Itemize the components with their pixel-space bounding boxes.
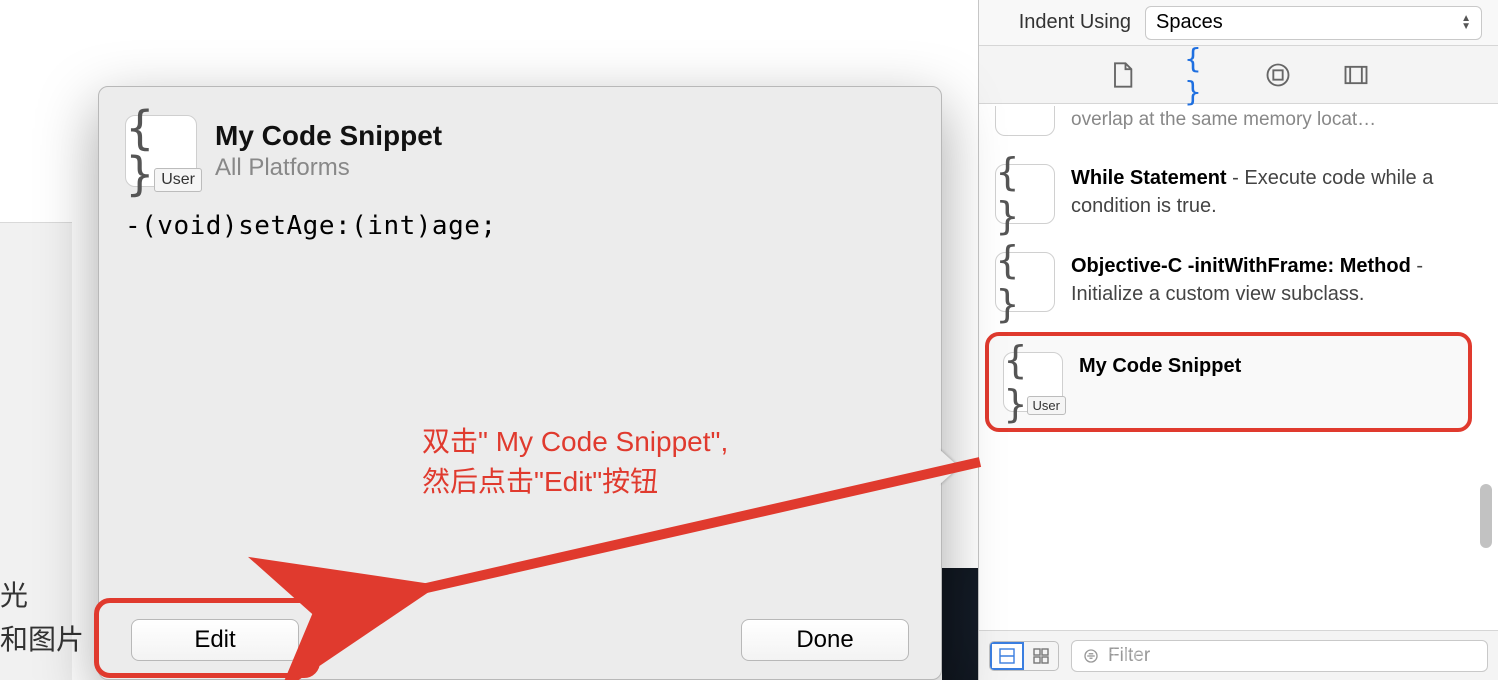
item-desc: overlap at the same memory locat… [1071, 109, 1376, 130]
list-item[interactable]: { } Objective-C -initWithFrame: Method -… [979, 238, 1478, 326]
library-list[interactable]: overlap at the same memory locat… { } Wh… [979, 104, 1498, 630]
tab-file-templates[interactable] [1107, 60, 1137, 90]
item-title: Objective-C -initWithFrame: Method [1071, 255, 1411, 277]
bg-text-line: 和图片 [0, 618, 84, 662]
indent-select[interactable]: Spaces ▲▼ [1145, 6, 1482, 40]
popover-header: { } User My Code Snippet All Platforms [99, 87, 941, 203]
tab-code-snippets[interactable]: { } [1185, 60, 1215, 90]
popover-subtitle: All Platforms [215, 154, 442, 182]
annotation-line: 然后点击"Edit"按钮 [422, 462, 728, 502]
annotation-text: 双击" My Code Snippet", 然后点击"Edit"按钮 [422, 422, 728, 502]
snippet-icon [995, 106, 1055, 136]
snippet-icon: { } [995, 164, 1055, 224]
indent-row: Indent Using Spaces ▲▼ [979, 0, 1498, 46]
snippet-code: -(void)setAge:(int)age; [99, 203, 941, 249]
background-text: 光 和图片 [0, 574, 84, 662]
braces-icon: { } [996, 150, 1054, 238]
library-tabs: { } [979, 46, 1498, 104]
user-badge: User [1027, 396, 1066, 415]
annotation-line: 双击" My Code Snippet", [422, 422, 728, 462]
snippet-icon: { } User [125, 115, 197, 187]
list-view-icon[interactable] [990, 642, 1024, 670]
indent-value: Spaces [1156, 11, 1223, 34]
braces-icon: { } [1185, 42, 1215, 108]
popover-title: My Code Snippet [215, 120, 442, 152]
grid-view-icon[interactable] [1024, 642, 1058, 670]
item-title: While Statement [1071, 167, 1227, 189]
bg-text-line: 光 [0, 574, 84, 618]
view-toggle[interactable] [989, 641, 1059, 671]
popover-footer: Edit Done [99, 601, 941, 679]
user-badge: User [154, 168, 202, 192]
snippet-popover: { } User My Code Snippet All Platforms -… [98, 86, 942, 680]
snippet-icon: { } User [1003, 352, 1063, 412]
list-item-selected[interactable]: { } User My Code Snippet [985, 332, 1472, 432]
scrollbar-thumb[interactable] [1480, 484, 1492, 548]
list-item[interactable]: { } While Statement - Execute code while… [979, 150, 1478, 238]
stepper-icon: ▲▼ [1461, 15, 1471, 31]
inspector-panel: Indent Using Spaces ▲▼ { } overlap at th… [978, 0, 1498, 680]
snippet-icon: { } [995, 252, 1055, 312]
tab-objects[interactable] [1263, 60, 1293, 90]
indent-label: Indent Using [995, 11, 1145, 34]
watermark: http://blog.csdn.net/zhouky1993 [1097, 644, 1470, 668]
done-button[interactable]: Done [741, 619, 909, 661]
braces-icon: { } [996, 238, 1054, 326]
item-title: My Code Snippet [1079, 355, 1241, 377]
edit-button[interactable]: Edit [131, 619, 299, 661]
list-item[interactable]: overlap at the same memory locat… [979, 104, 1478, 150]
tab-media[interactable] [1341, 60, 1371, 90]
